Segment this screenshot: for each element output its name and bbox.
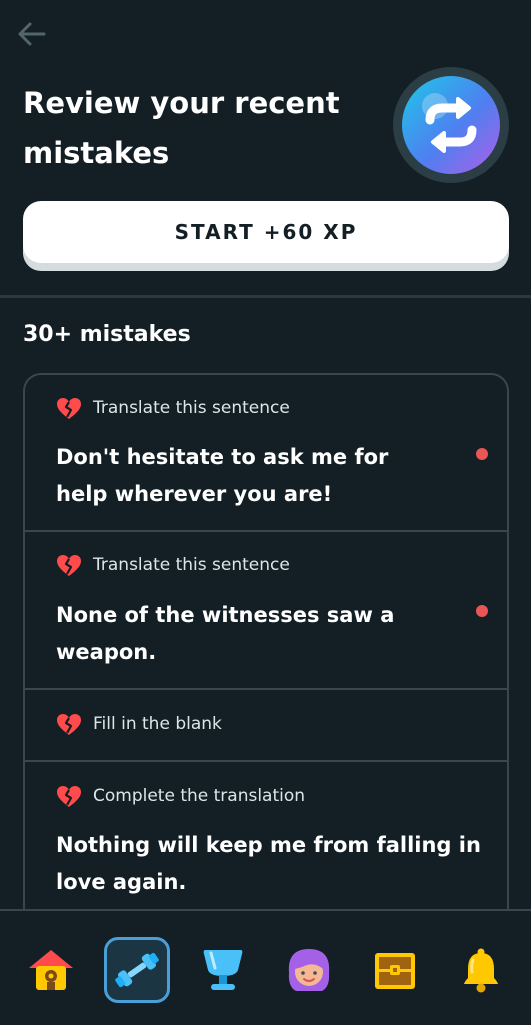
review-badge-icon xyxy=(392,66,510,184)
nav-practice[interactable] xyxy=(104,937,170,1003)
nav-shop[interactable] xyxy=(362,937,428,1003)
mistake-sentence: None of the witnesses saw a weapon. xyxy=(56,603,395,664)
home-icon xyxy=(29,950,73,990)
page-title: Review your recent mistakes xyxy=(23,86,340,170)
list-item[interactable]: Translate this sentence None of the witn… xyxy=(25,532,507,690)
arrow-left-icon xyxy=(18,22,46,46)
practice-dumbbell-icon xyxy=(115,952,159,988)
divider xyxy=(0,295,531,298)
start-button[interactable]: START +60 XP xyxy=(23,201,509,263)
nav-profile[interactable] xyxy=(276,937,342,1003)
list-item[interactable]: Complete the translation Nothing will ke… xyxy=(25,762,507,922)
list-item[interactable]: Translate this sentence Don't hesitate t… xyxy=(25,375,507,532)
unread-dot xyxy=(476,448,488,460)
mistake-sentence: Don't hesitate to ask me for help wherev… xyxy=(56,445,389,506)
mistake-type: Complete the translation xyxy=(93,786,306,806)
list-item[interactable]: Fill in the blank xyxy=(25,690,507,762)
nav-notifications[interactable] xyxy=(448,937,514,1003)
mistake-type: Translate this sentence xyxy=(93,398,290,418)
nav-home[interactable] xyxy=(18,937,84,1003)
nav-leaderboard[interactable] xyxy=(190,937,256,1003)
mistakes-list: Translate this sentence Don't hesitate t… xyxy=(23,373,509,935)
leaderboard-trophy-icon xyxy=(203,950,243,990)
unread-dot xyxy=(476,605,488,617)
broken-heart-icon xyxy=(57,555,81,576)
shop-chest-icon xyxy=(375,953,415,989)
notifications-bell-icon xyxy=(464,948,498,993)
mistakes-count: 30+ mistakes xyxy=(23,322,191,347)
profile-avatar-icon xyxy=(288,949,330,991)
back-button[interactable] xyxy=(14,16,50,52)
broken-heart-icon xyxy=(57,786,81,807)
mistake-type: Fill in the blank xyxy=(93,714,222,734)
broken-heart-icon xyxy=(57,714,81,735)
bottom-nav xyxy=(0,909,531,1025)
mistake-sentence: Nothing will keep me from falling in lov… xyxy=(56,833,481,894)
mistake-type: Translate this sentence xyxy=(93,555,290,575)
broken-heart-icon xyxy=(57,398,81,419)
